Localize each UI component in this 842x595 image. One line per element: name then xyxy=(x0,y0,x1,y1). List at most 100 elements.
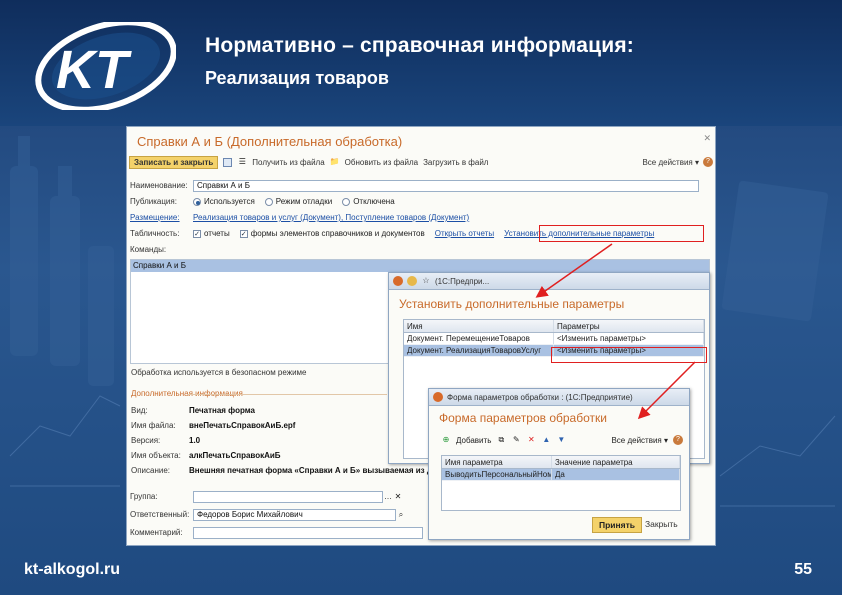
reports-label: Табличность: xyxy=(130,229,180,238)
radio-debug[interactable] xyxy=(264,197,273,206)
param-name-header[interactable]: Имя параметра xyxy=(442,456,552,468)
placement-links[interactable]: Реализация товаров и услуг (Документ), П… xyxy=(193,213,469,222)
edit-icon[interactable]: ✎ xyxy=(511,435,521,445)
star-icon[interactable]: ☆ xyxy=(421,276,431,286)
slide-subtitle: Реализация товаров xyxy=(205,68,389,88)
close-button[interactable]: Закрыть xyxy=(639,517,684,531)
open-reports-link[interactable]: Открыть отчеты xyxy=(435,229,494,238)
params-form-toolbar: ⊕ Добавить ⧉ ✎ ✕ ▲ ▼ Все действия ▾ ? xyxy=(441,433,683,447)
responsible-input[interactable]: Федоров Борис Михайлович xyxy=(193,508,396,521)
table-row-selected[interactable]: ВыводитьПерсональныйНомер Да xyxy=(442,469,680,481)
all-actions-menu[interactable]: Все действия ▾ xyxy=(611,436,668,445)
publication-label: Публикация: xyxy=(130,197,177,206)
get-from-file-button[interactable]: Получить из файла xyxy=(252,158,324,167)
help-icon[interactable]: ? xyxy=(673,435,683,445)
window-close-icon[interactable]: ✕ xyxy=(703,133,711,144)
copy-icon[interactable]: ⧉ xyxy=(496,435,506,445)
forms-option[interactable]: ✓ формы элементов справочников и документ… xyxy=(239,229,425,238)
param-value-header[interactable]: Значение параметра xyxy=(552,456,680,468)
set-params-highlight xyxy=(539,225,704,242)
load-to-file-button[interactable]: Загрузить в файл xyxy=(423,158,488,167)
reports-option-label: отчеты xyxy=(204,229,230,238)
load-to-file-label: Загрузить в файл xyxy=(423,157,489,167)
window-title: Справки А и Б (Дополнительная обработка) xyxy=(137,134,403,149)
set-params-dialog-title: Установить дополнительные параметры xyxy=(399,297,625,311)
clear-icon[interactable]: ✕ xyxy=(393,492,403,502)
radio-used[interactable] xyxy=(193,197,201,206)
responsible-label: Ответственный: xyxy=(130,510,190,519)
params-form-dialog-bar-title: Форма параметров обработки : (1С:Предпри… xyxy=(447,392,633,402)
publication-option-used[interactable]: Используется xyxy=(193,197,255,206)
logo-text: KT xyxy=(56,40,132,100)
set-params-dialog-bar: ☆ (1С:Предпри... xyxy=(389,273,709,290)
group-row: Группа: … ✕ xyxy=(130,490,403,503)
radio-debug-label: Режим отладки xyxy=(275,197,333,206)
reports-option[interactable]: ✓ отчеты xyxy=(193,229,230,238)
params-table-header: Имя параметра Значение параметра xyxy=(442,456,680,469)
all-actions-menu[interactable]: Все действия ▾ xyxy=(642,158,699,167)
info-object: Имя объекта: алкПечатьСправокАиБ xyxy=(131,451,281,460)
row-params-cell[interactable]: <Изменить параметры> xyxy=(554,333,704,344)
publication-option-disabled[interactable]: Отключена xyxy=(342,197,395,206)
forms-checkbox[interactable]: ✓ xyxy=(239,229,248,238)
info-description: Описание: Внешняя печатная форма «Справки… xyxy=(131,466,444,475)
add-button[interactable]: Добавить xyxy=(456,436,491,445)
update-from-file-button[interactable]: Обновить из файла xyxy=(345,158,418,167)
info-object-value: алкПечатьСправокАиБ xyxy=(189,451,281,460)
info-file: Имя файла: внеПечатьСправокАиБ.epf xyxy=(131,421,295,430)
name-input[interactable]: Справки А и Б xyxy=(193,179,699,192)
params-form-dialog-title: Форма параметров обработки xyxy=(439,411,607,425)
save-close-button[interactable]: Записать и закрыть xyxy=(129,155,219,169)
info-file-label: Имя файла: xyxy=(131,421,176,430)
comment-input[interactable] xyxy=(193,526,423,539)
move-down-icon[interactable]: ▼ xyxy=(556,435,566,445)
info-kind-label: Вид: xyxy=(131,406,148,415)
command-row-selected[interactable]: Справки А и Б xyxy=(131,260,709,272)
responsible-row: Ответственный: Федоров Борис Михайлович … xyxy=(130,508,406,521)
column-name-header[interactable]: Имя xyxy=(404,320,554,332)
add-icon[interactable]: ⊕ xyxy=(441,435,451,445)
ellipsis-icon[interactable]: … xyxy=(383,492,393,502)
move-up-icon[interactable]: ▲ xyxy=(541,435,551,445)
placement-label[interactable]: Размещение: xyxy=(130,213,193,222)
set-params-table-header: Имя Параметры xyxy=(404,320,704,333)
group-input[interactable] xyxy=(193,490,383,503)
column-params-header[interactable]: Параметры xyxy=(554,320,704,332)
slide-title: Нормативно – справочная информация: xyxy=(205,34,634,57)
app-menu-icon[interactable] xyxy=(393,276,403,286)
publication-option-debug[interactable]: Режим отладки xyxy=(264,197,333,206)
forms-option-label: формы элементов справочников и документо… xyxy=(250,229,425,238)
search-icon[interactable]: ⌕ xyxy=(396,510,406,520)
commands-label: Команды: xyxy=(130,245,167,254)
row-name-cell: Документ. ПеремещениеТоваров xyxy=(404,333,554,344)
save-icon[interactable] xyxy=(223,157,233,167)
param-value-cell[interactable]: Да xyxy=(552,469,680,480)
app-menu-icon[interactable] xyxy=(433,392,443,402)
page-number: 55 xyxy=(794,561,812,578)
accept-button[interactable]: Принять xyxy=(592,517,643,533)
name-label: Наименование: xyxy=(130,181,188,190)
safe-mode-text: Обработка используется в безопасном режи… xyxy=(131,368,307,377)
reports-checkbox[interactable]: ✓ xyxy=(193,229,201,238)
info-kind: Вид: Печатная форма xyxy=(131,406,255,415)
kt-logo-icon: KT xyxy=(35,22,176,110)
params-form-dialog-bar: Форма параметров обработки : (1С:Предпри… xyxy=(429,389,689,406)
dropdown-icon[interactable] xyxy=(407,276,417,286)
radio-disabled-label: Отключена xyxy=(353,197,395,206)
delete-icon[interactable]: ✕ xyxy=(526,435,536,445)
row-name-cell: Документ. РеализацияТоваровУслуг xyxy=(404,345,554,356)
placement-row: Размещение: Реализация товаров и услуг (… xyxy=(130,211,469,224)
get-from-file-label: Получить из файла xyxy=(252,157,325,167)
table-row[interactable]: Документ. ПеремещениеТоваров <Изменить п… xyxy=(404,333,704,345)
slide-header: KT Нормативно – справочная информация: Р… xyxy=(0,0,842,126)
help-icon[interactable]: ? xyxy=(703,157,713,167)
extra-info-divider xyxy=(187,394,387,395)
set-params-dialog-bar-title: (1С:Предпри... xyxy=(435,276,490,286)
footer-site: kt-alkogol.ru xyxy=(24,561,121,578)
info-file-value: внеПечатьСправокАиБ.epf xyxy=(189,421,296,430)
radio-disabled[interactable] xyxy=(342,197,351,206)
list-icon[interactable]: ☰ xyxy=(237,157,247,167)
change-params-highlight xyxy=(551,347,707,363)
folder-icon[interactable]: 📁 xyxy=(330,157,340,167)
update-from-file-label: Обновить из файла xyxy=(344,157,419,167)
